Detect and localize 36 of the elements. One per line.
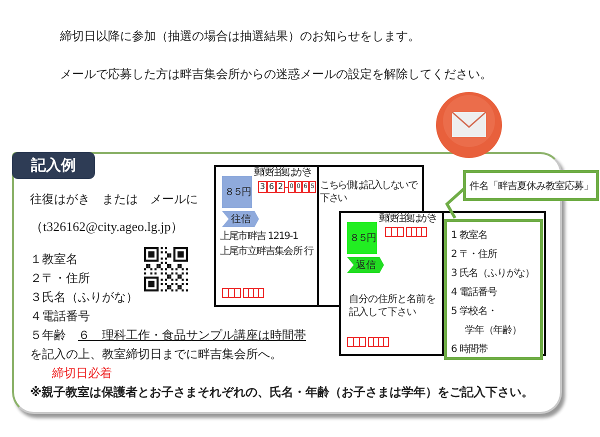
list-item: 1 教室名 [451, 228, 489, 243]
address-line: 上尾市畔吉 1219-1 [220, 230, 299, 244]
list-item: 学年（年齢） [464, 324, 522, 338]
required-item: ５年齢 [30, 328, 66, 342]
time-slot-note: ６ 理科工作・食品サンプル講座は時間帯 [78, 328, 306, 342]
panel-title: 記入例 [12, 152, 95, 179]
card-header: 郵便往復はがき [379, 213, 436, 224]
instruction-text: 自分の住所と名前を記入して下さい [349, 293, 436, 319]
deadline-text: 締切日必着 [51, 365, 112, 382]
notice-text: メールで応募した方は畔吉集会所からの迷惑メールの設定を解除してください。 [60, 67, 493, 81]
card-header: 郵便往復はがき [254, 167, 312, 178]
list-item: 2 〒・住所 [451, 248, 498, 262]
stamp: ８５円 [222, 176, 252, 208]
list-item: 5 学校名・ [451, 304, 498, 319]
required-item: ３氏名（ふりがな） [30, 289, 138, 306]
card-label: 往信 [222, 211, 259, 227]
address-line: 上尾市立畔吉集会所 行 [220, 244, 314, 259]
postal-boxes-drawing [385, 227, 429, 237]
list-item: 6 時間帯 [451, 342, 489, 357]
required-item: ４電話番号 [30, 308, 90, 325]
required-item: １教室名 [30, 251, 78, 268]
mail-icon [435, 91, 503, 159]
email-address: （t326162@city.ageo.lg.jp） [30, 218, 184, 236]
subject-callout: 件名「畔吉夏休み教室応募」 [463, 170, 599, 201]
instruction-text: を記入の上、教室締切日までに畔吉集会所へ。 [30, 346, 282, 363]
list-item: 4 電話番号 [451, 286, 498, 300]
required-item: ２〒・住所 [30, 270, 90, 287]
stamp: ８５円 [347, 222, 377, 254]
list-item: 3 氏名（ふりがな） [451, 266, 536, 281]
postal-boxes-drawing [222, 288, 266, 298]
notice-text: 締切日以降に参加（抽選の場合は抽選結果）のお知らせをします。 [60, 29, 421, 43]
lead-text: 往復はがき または メールに [30, 191, 198, 208]
postal-boxes-drawing [347, 337, 391, 347]
instruction-text: こちら側は記入しないで下さい [320, 179, 418, 205]
card-label: 返信 [347, 257, 384, 273]
footnote-text: ※親子教室は保護者とお子さまそれぞれの、氏名・年齢（お子さまは学年）をご記入下さい。 [30, 384, 534, 401]
